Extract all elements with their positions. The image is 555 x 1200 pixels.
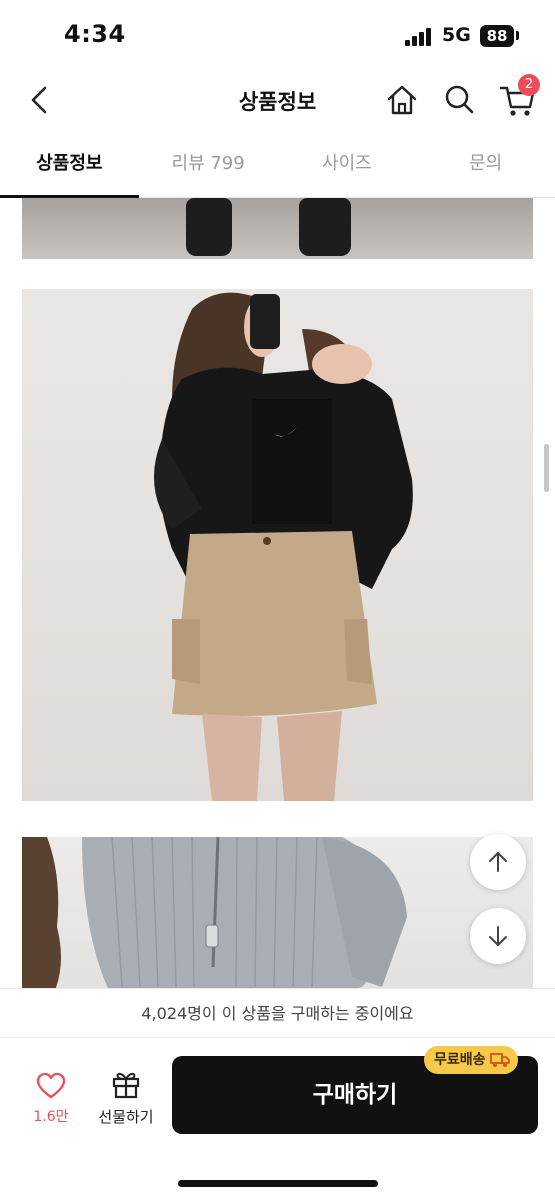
back-button[interactable] (20, 80, 60, 120)
knit-cardigan-illustration (22, 837, 407, 988)
tab-size[interactable]: 사이즈 (278, 132, 417, 197)
home-button[interactable] (382, 80, 422, 120)
tab-product-info[interactable]: 상품정보 (0, 132, 139, 198)
home-icon (387, 85, 417, 115)
free-shipping-badge: 무료배송 (424, 1046, 518, 1074)
tab-bar: 상품정보 리뷰 799 사이즈 문의 (0, 132, 555, 198)
product-photo (22, 837, 533, 988)
search-button[interactable] (440, 80, 480, 120)
app-header: 상품정보 2 (0, 66, 555, 132)
like-count: 1.6만 (33, 1109, 69, 1125)
gift-label: 선물하기 (98, 1108, 154, 1126)
search-icon (445, 85, 474, 114)
heart-icon (36, 1072, 66, 1099)
gift-icon (112, 1072, 140, 1099)
scroll-bottom-button[interactable] (470, 908, 526, 964)
bottom-action-bar: 1.6만 선물하기 구매하기 무료배송 (0, 1038, 555, 1200)
free-shipping-label: 무료배송 (434, 1052, 486, 1068)
home-indicator (178, 1180, 378, 1187)
product-photo (22, 289, 533, 801)
chevron-left-icon (31, 86, 47, 114)
product-detail-content[interactable] (0, 198, 555, 988)
status-time: 4:34 (64, 20, 126, 48)
cart-count-badge: 2 (518, 74, 540, 96)
scrollbar[interactable] (544, 444, 549, 492)
battery-icon: 88 (480, 25, 514, 47)
network-label: 5G (442, 24, 471, 46)
boot-shape (186, 198, 232, 256)
tab-inquiry[interactable]: 문의 (416, 132, 555, 197)
tab-reviews[interactable]: 리뷰 799 (139, 132, 278, 197)
scroll-top-button[interactable] (470, 834, 526, 890)
product-photo (22, 198, 533, 259)
status-bar: 4:34 5G 88 (0, 0, 555, 66)
boot-shape (299, 198, 351, 256)
outfit-illustration (154, 292, 413, 801)
gift-button[interactable]: 선물하기 (92, 1068, 160, 1136)
battery-tip (516, 31, 519, 40)
truck-icon (489, 1053, 510, 1067)
cart-button[interactable]: 2 (496, 74, 540, 122)
like-button[interactable]: 1.6만 (22, 1072, 80, 1136)
arrow-down-icon (489, 926, 507, 946)
signal-icon (405, 28, 433, 46)
buyers-notice: 4,024명이 이 상품을 구매하는 중이에요 (0, 988, 555, 1038)
arrow-up-icon (489, 852, 507, 872)
